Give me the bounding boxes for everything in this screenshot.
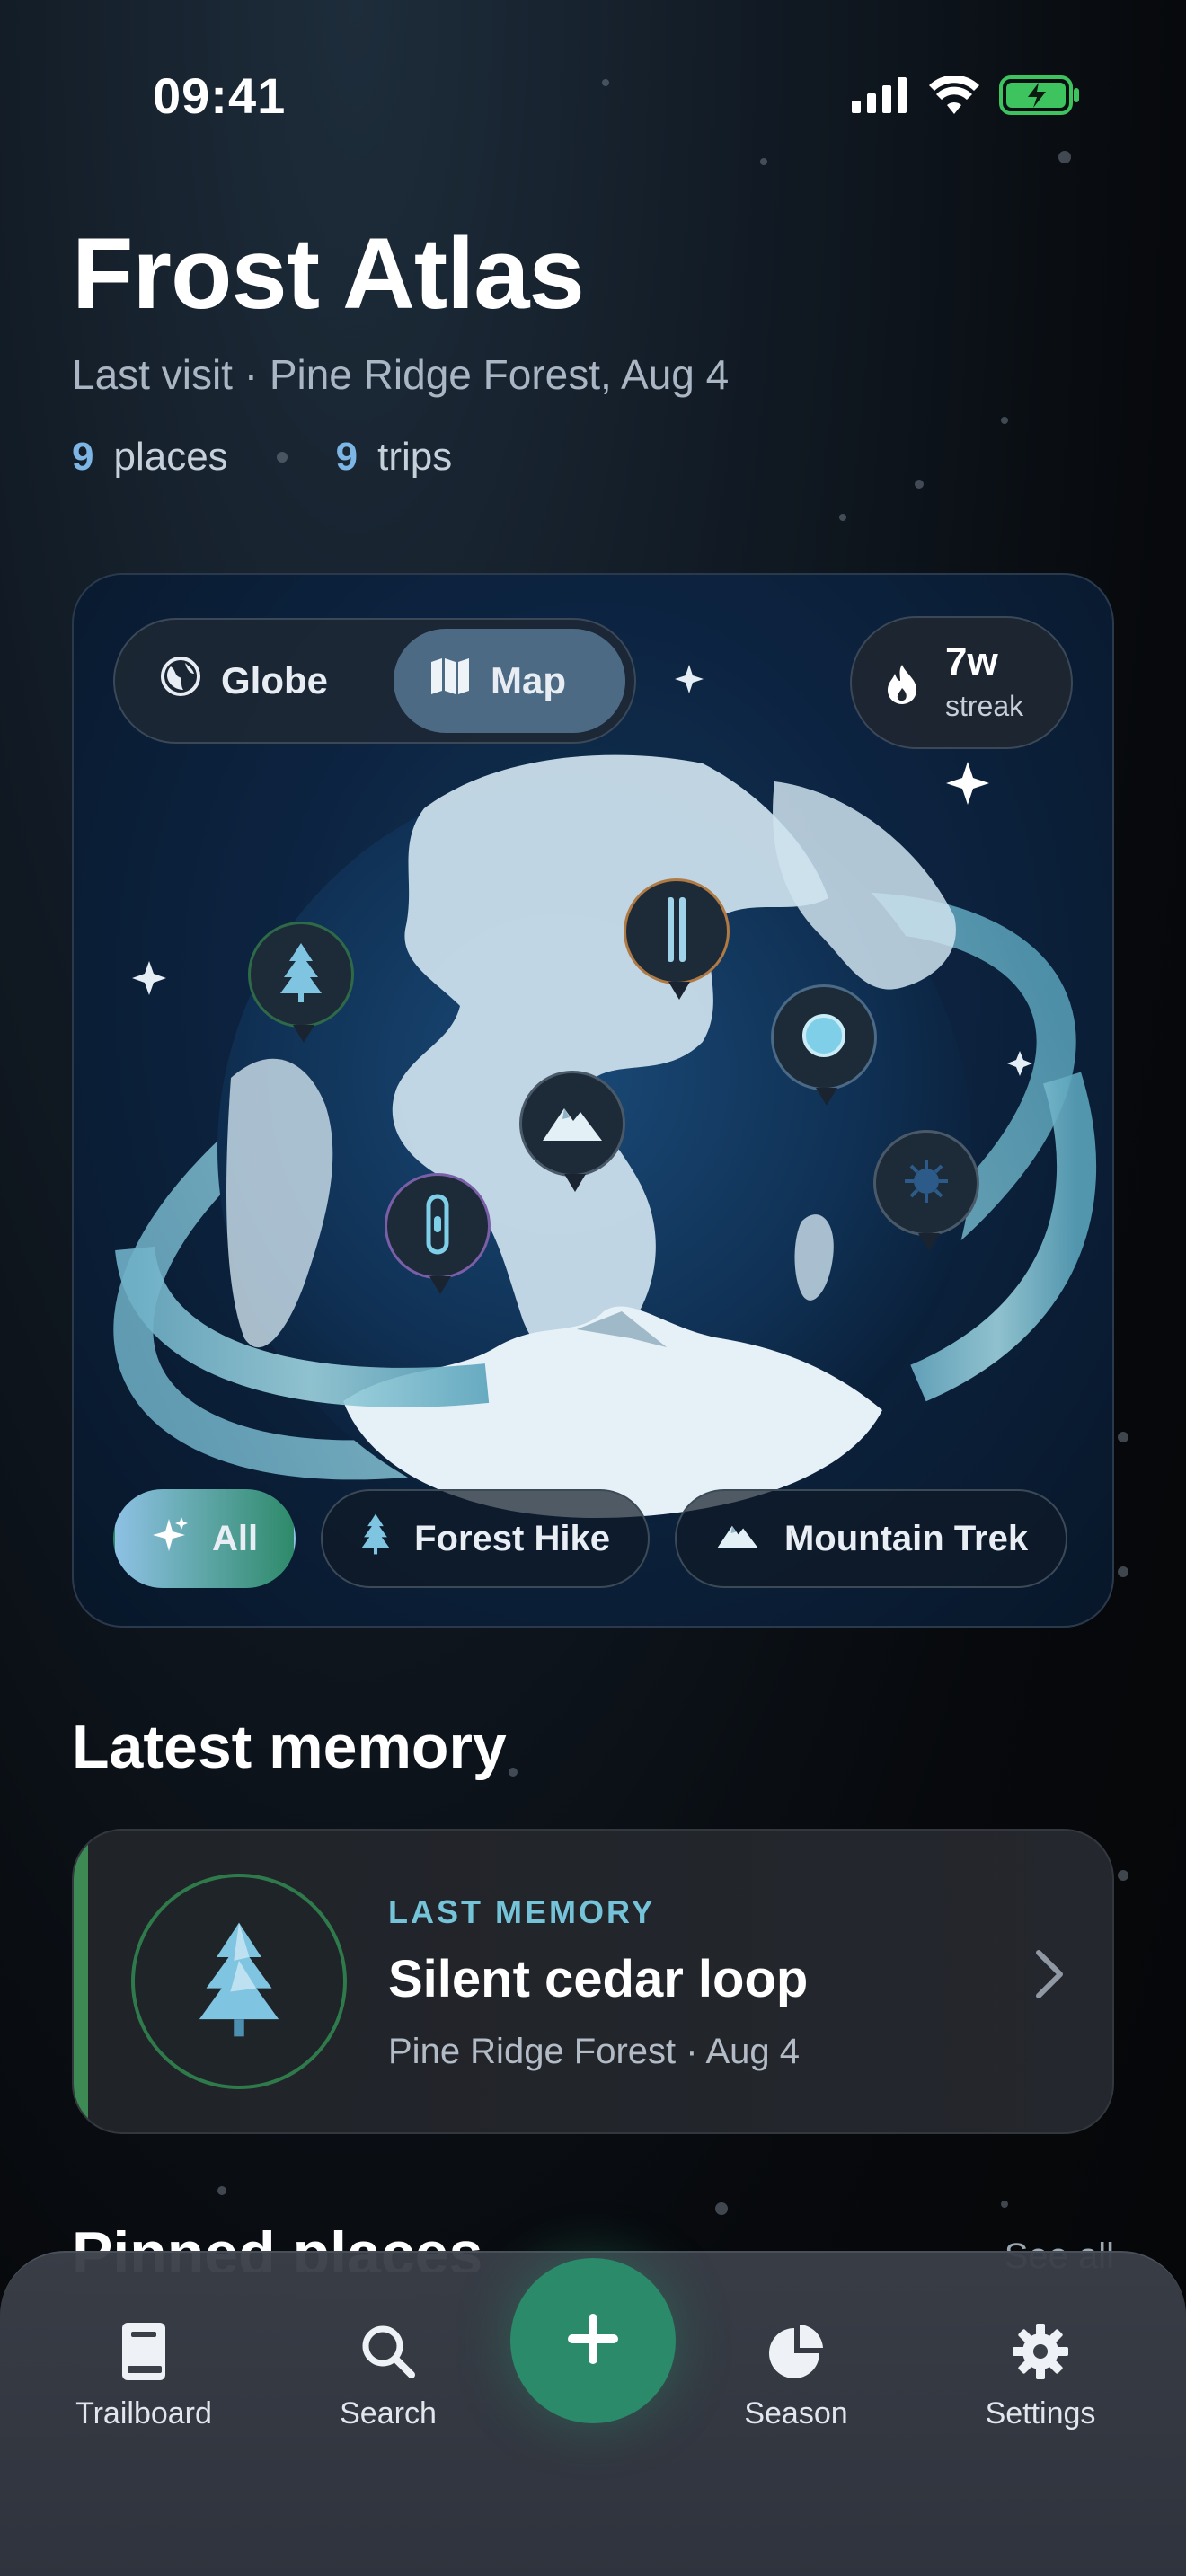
flame-icon: [886, 663, 918, 709]
star-dot: [1001, 2201, 1008, 2208]
wifi-icon: [929, 75, 979, 119]
pie-chart-icon: [697, 2316, 895, 2387]
filter-chips: All Forest Hike Mountain Trek: [113, 1489, 1068, 1588]
filter-chip-label: Mountain Trek: [783, 1518, 1029, 1558]
mountain-icon: [541, 1099, 604, 1149]
stats-separator: [276, 452, 288, 463]
globe-card[interactable]: Globe Map 7w streak All Forest Hike Moun…: [72, 573, 1114, 1628]
trips-count: 9: [335, 435, 358, 479]
trail-icon: [421, 1193, 454, 1260]
star-dot: [839, 514, 846, 521]
filter-chip-label: All: [212, 1518, 259, 1558]
globe-icon: [160, 656, 201, 706]
star-dot: [760, 158, 767, 165]
pin-ski[interactable]: [624, 878, 730, 1000]
streak-value: 7w: [945, 640, 998, 684]
star-dot: [509, 1768, 518, 1777]
star-dot: [217, 2186, 226, 2195]
lake-icon: [800, 1011, 848, 1064]
map-icon: [429, 657, 471, 705]
star-dot: [1118, 1566, 1128, 1577]
pine-tree-icon: [360, 1512, 391, 1566]
book-icon: [45, 2316, 243, 2387]
memory-accent-bar: [74, 1831, 88, 2132]
pin-trail[interactable]: [385, 1173, 491, 1294]
filter-chip-all[interactable]: All: [113, 1489, 296, 1588]
star-dot: [1118, 1870, 1128, 1881]
memory-subtitle: Pine Ridge Forest · Aug 4: [388, 2032, 801, 2071]
skis-icon: [659, 894, 695, 970]
pin-mountain[interactable]: [519, 1071, 625, 1192]
pine-tree-icon: [196, 1919, 282, 2045]
streak-label: streak: [945, 690, 1024, 722]
places-label: places: [113, 435, 228, 479]
mountain-icon: [714, 1519, 761, 1559]
star-dot: [1001, 417, 1008, 424]
status-bar: 09:41: [0, 63, 1186, 126]
globe-toggle-label: Globe: [221, 659, 329, 701]
gear-icon: [942, 2316, 1139, 2387]
cave-icon: [899, 1154, 953, 1213]
star-dot: [915, 480, 924, 489]
star-dot: [1118, 1432, 1128, 1442]
filter-chip-mountain-trek[interactable]: Mountain Trek: [674, 1489, 1068, 1588]
memory-thumbnail: [131, 1874, 347, 2089]
star-dot: [715, 2202, 728, 2215]
latest-memory-card[interactable]: LAST MEMORY Silent cedar loop Pine Ridge…: [72, 1829, 1114, 2134]
tab-label: Settings: [985, 2396, 1096, 2430]
tab-label: Search: [340, 2396, 437, 2430]
status-time: 09:41: [153, 67, 287, 124]
map-toggle-button[interactable]: Map: [394, 629, 625, 733]
pine-tree-icon: [279, 941, 323, 1009]
sparkle-icon: [151, 1515, 189, 1562]
battery-icon: [999, 75, 1080, 119]
filter-chip-forest-hike[interactable]: Forest Hike: [321, 1489, 650, 1588]
tab-search[interactable]: Search: [289, 2316, 487, 2431]
globe-toggle-button[interactable]: Globe: [124, 629, 364, 733]
map-toggle-label: Map: [491, 659, 566, 701]
add-button[interactable]: [510, 2258, 676, 2423]
stats-row: 9 places 9 trips: [72, 435, 452, 480]
trips-label: trips: [377, 435, 453, 479]
last-visit-text: Last visit · Pine Ridge Forest, Aug 4: [72, 351, 730, 398]
tab-label: Season: [744, 2396, 848, 2430]
plus-icon: [564, 2310, 622, 2372]
pin-cave[interactable]: [873, 1130, 979, 1251]
pin-lake[interactable]: [771, 984, 877, 1106]
memory-kicker: LAST MEMORY: [388, 1893, 656, 1930]
search-icon: [289, 2316, 487, 2387]
app-title: Frost Atlas: [72, 217, 585, 330]
tab-label: Trailboard: [75, 2396, 212, 2430]
pin-forest[interactable]: [248, 922, 354, 1043]
latest-memory-heading: Latest memory: [72, 1713, 507, 1781]
chevron-right-icon: [1031, 1947, 1067, 2006]
memory-title: Silent cedar loop: [388, 1950, 809, 2008]
tab-season[interactable]: Season: [697, 2316, 895, 2431]
view-toggle[interactable]: Globe Map: [113, 618, 636, 744]
streak-badge[interactable]: 7w streak: [850, 616, 1073, 749]
tab-trailboard[interactable]: Trailboard: [45, 2316, 243, 2431]
filter-chip-label: Forest Hike: [414, 1518, 610, 1558]
places-count: 9: [72, 435, 94, 479]
signal-icon: [852, 77, 909, 118]
star-dot: [1058, 151, 1071, 163]
tab-settings[interactable]: Settings: [942, 2316, 1139, 2431]
